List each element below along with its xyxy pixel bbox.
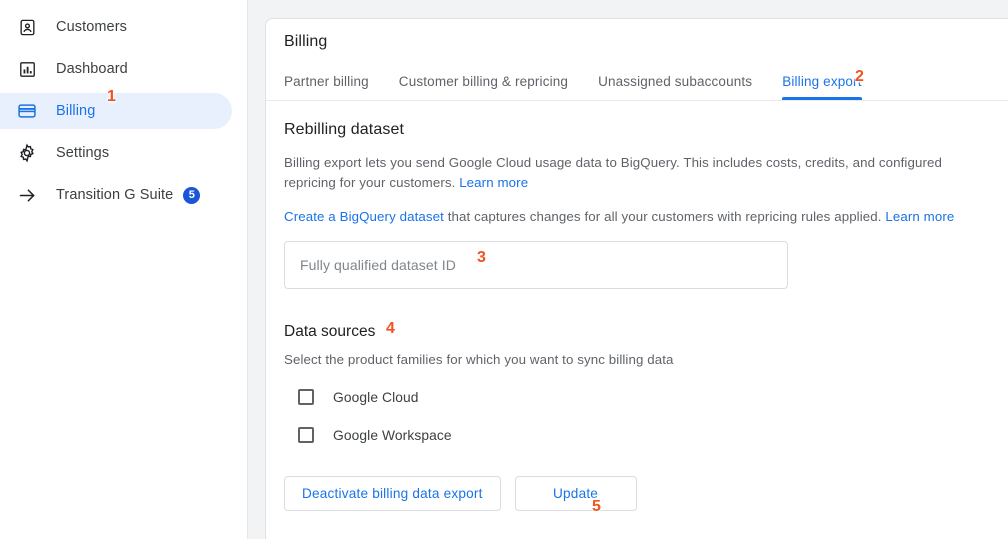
deactivate-billing-data-export-button[interactable]: Deactivate billing data export bbox=[284, 476, 501, 511]
billing-card: Billing Partner billing Customer billing… bbox=[265, 18, 1008, 539]
sidebar-item-dashboard[interactable]: Dashboard bbox=[0, 51, 232, 87]
bar-chart-icon bbox=[16, 58, 38, 80]
sidebar-item-badge: 5 bbox=[183, 186, 201, 204]
create-dataset-text: that captures changes for all your custo… bbox=[443, 209, 886, 224]
checkbox-label-google-cloud: Google Cloud bbox=[333, 389, 419, 405]
dataset-id-placeholder: Fully qualified dataset ID bbox=[300, 257, 456, 273]
update-button[interactable]: Update bbox=[514, 476, 637, 511]
data-sources-title: Data sources bbox=[284, 323, 376, 340]
checkbox-google-cloud[interactable] bbox=[298, 389, 314, 405]
sidebar-item-customers[interactable]: Customers bbox=[0, 9, 232, 45]
tab-bar: Partner billing Customer billing & repri… bbox=[284, 63, 1008, 100]
arrow-right-icon bbox=[16, 184, 38, 206]
checkbox-row-google-workspace[interactable]: Google Workspace bbox=[284, 427, 991, 443]
dataset-id-input[interactable]: Fully qualified dataset ID bbox=[284, 241, 788, 289]
rebilling-description: Billing export lets you send Google Clou… bbox=[284, 153, 991, 193]
page-title: Billing bbox=[284, 33, 328, 50]
rebilling-dataset-title: Rebilling dataset bbox=[284, 121, 404, 138]
tab-partner-billing[interactable]: Partner billing bbox=[284, 74, 369, 100]
learn-more-link-2[interactable]: Learn more bbox=[885, 209, 954, 224]
sidebar-item-settings[interactable]: Settings bbox=[0, 135, 232, 171]
sidebar: Customers Dashboard Billing Settings Tra… bbox=[0, 0, 248, 539]
checkbox-google-workspace[interactable] bbox=[298, 427, 314, 443]
sidebar-item-label: Transition G Suite bbox=[56, 187, 174, 203]
tab-unassigned-subaccounts[interactable]: Unassigned subaccounts bbox=[598, 74, 752, 100]
sidebar-item-billing[interactable]: Billing bbox=[0, 93, 232, 129]
card-header: Billing Partner billing Customer billing… bbox=[266, 19, 1008, 101]
credit-card-icon bbox=[16, 100, 38, 122]
gear-icon bbox=[16, 142, 38, 164]
sidebar-item-label: Settings bbox=[56, 145, 110, 161]
data-sources-subtitle: Select the product families for which yo… bbox=[284, 352, 674, 367]
sidebar-item-transition-g-suite[interactable]: Transition G Suite 5 bbox=[0, 177, 232, 213]
learn-more-link-1[interactable]: Learn more bbox=[459, 175, 528, 190]
checkbox-label-google-workspace: Google Workspace bbox=[333, 427, 452, 443]
create-dataset-description: Create a BigQuery dataset that captures … bbox=[284, 207, 991, 227]
action-button-row: Deactivate billing data export Update bbox=[284, 476, 991, 511]
content-gutter bbox=[248, 0, 265, 539]
card-body: Rebilling dataset Billing export lets yo… bbox=[266, 101, 1008, 511]
rebilling-description-text: Billing export lets you send Google Clou… bbox=[284, 155, 942, 190]
tab-customer-billing-repricing[interactable]: Customer billing & repricing bbox=[399, 74, 568, 100]
sidebar-item-label: Dashboard bbox=[56, 61, 128, 77]
app-root: Customers Dashboard Billing Settings Tra… bbox=[0, 0, 1008, 539]
create-bigquery-dataset-link[interactable]: Create a BigQuery dataset bbox=[284, 209, 444, 224]
contact-card-icon bbox=[16, 16, 38, 38]
checkbox-row-google-cloud[interactable]: Google Cloud bbox=[284, 389, 991, 405]
tab-billing-export[interactable]: Billing export bbox=[782, 74, 863, 100]
sidebar-item-label: Customers bbox=[56, 19, 127, 35]
content-area: Billing Partner billing Customer billing… bbox=[265, 0, 1008, 539]
sidebar-item-label: Billing bbox=[56, 103, 96, 119]
